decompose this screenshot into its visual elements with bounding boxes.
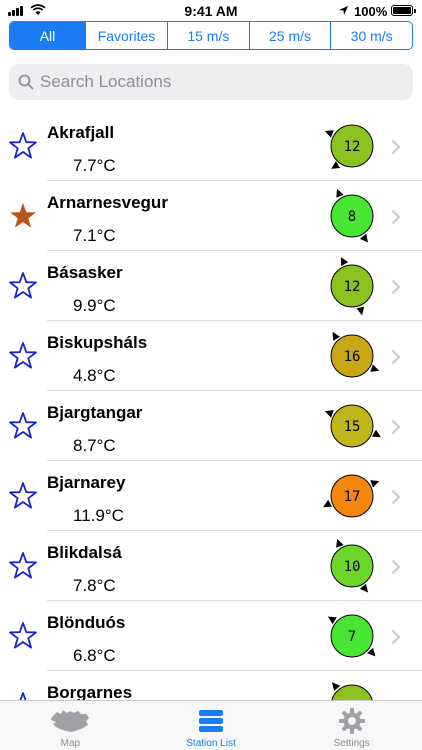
tab-settings-label: Settings bbox=[333, 738, 370, 749]
wind-speed-indicator: 7 bbox=[327, 614, 376, 658]
tab-bar: Map Station List Settings bbox=[0, 700, 422, 750]
chevron-right-icon bbox=[392, 420, 400, 434]
station-name: Básasker bbox=[47, 263, 123, 282]
station-row[interactable]: Blönduós 6.8°C 7 bbox=[0, 601, 422, 671]
wind-speed-value: 10 bbox=[344, 559, 361, 575]
battery-icon bbox=[391, 5, 416, 16]
chevron-right-icon bbox=[392, 350, 400, 364]
station-temperature: 7.8°C bbox=[73, 576, 116, 595]
wind-direction-marker bbox=[370, 480, 380, 488]
favorite-star-outline-icon[interactable] bbox=[8, 271, 38, 301]
station-row[interactable]: Borgarnes bbox=[0, 671, 422, 700]
location-arrow-icon bbox=[339, 6, 348, 15]
station-temperature: 8.7°C bbox=[73, 436, 116, 455]
wind-speed-indicator: 12 bbox=[324, 124, 374, 169]
favorite-star-outline-icon[interactable] bbox=[8, 691, 38, 700]
station-row[interactable]: Bjargtangar 8.7°C 15 bbox=[0, 391, 422, 461]
station-row[interactable]: Básasker 9.9°C 12 bbox=[0, 251, 422, 321]
station-temperature: 7.1°C bbox=[73, 226, 116, 245]
wind-speed-indicator: 10 bbox=[330, 538, 374, 593]
filter-favorites[interactable]: Favorites bbox=[86, 22, 168, 49]
wind-direction-marker bbox=[336, 538, 344, 548]
wind-direction-marker bbox=[371, 429, 381, 438]
list-icon bbox=[199, 710, 223, 732]
favorite-star-outline-icon[interactable] bbox=[8, 131, 38, 161]
wind-direction-marker bbox=[359, 583, 369, 593]
station-temperature: 4.8°C bbox=[73, 366, 116, 385]
station-name: Biskupsháls bbox=[47, 333, 148, 352]
tab-settings[interactable]: Settings bbox=[281, 701, 422, 750]
wind-direction-marker bbox=[370, 364, 380, 372]
search-input[interactable]: Search Locations bbox=[9, 64, 413, 100]
gear-icon bbox=[338, 708, 365, 734]
filter-30ms[interactable]: 30 m/s bbox=[331, 22, 412, 49]
tab-map[interactable]: Map bbox=[0, 701, 141, 750]
chevron-right-icon bbox=[392, 210, 400, 224]
station-name: Borgarnes bbox=[47, 683, 133, 700]
wind-direction-marker bbox=[327, 616, 337, 625]
wind-speed-indicator: 17 bbox=[323, 474, 380, 518]
tab-station-list[interactable]: Station List bbox=[141, 701, 282, 750]
filter-all[interactable]: All bbox=[10, 22, 86, 49]
station-name: Blönduós bbox=[47, 613, 126, 632]
station-row[interactable]: Blikdalsá 7.8°C 10 bbox=[0, 531, 422, 601]
favorite-star-outline-icon[interactable] bbox=[8, 481, 38, 511]
wind-direction-marker bbox=[340, 257, 349, 267]
wind-direction-marker bbox=[359, 233, 368, 243]
status-bar: 9:41 AM 100% bbox=[0, 0, 422, 22]
wind-direction-marker bbox=[331, 161, 341, 169]
station-name: Akrafjall bbox=[47, 123, 115, 142]
station-name: Bjargtangar bbox=[47, 403, 143, 422]
favorite-star-outline-icon[interactable] bbox=[8, 551, 38, 581]
wind-speed-value: 8 bbox=[348, 209, 356, 225]
station-row[interactable]: Akrafjall 7.7°C 12 bbox=[0, 111, 422, 181]
wind-speed-value: 17 bbox=[344, 489, 361, 505]
station-row[interactable]: Arnarnesvegur 7.1°C 8 bbox=[0, 181, 422, 251]
battery-percent: 100% bbox=[354, 4, 388, 19]
station-temperature: 6.8°C bbox=[73, 646, 116, 665]
search-placeholder: Search Locations bbox=[40, 72, 172, 91]
wind-speed-value: 12 bbox=[344, 279, 361, 295]
wind-direction-marker bbox=[324, 410, 334, 418]
chevron-right-icon bbox=[392, 140, 400, 154]
wind-speed-indicator bbox=[331, 682, 373, 700]
chevron-right-icon bbox=[392, 560, 400, 574]
wind-speed-indicator: 12 bbox=[330, 257, 374, 316]
wind-speed-value: 12 bbox=[344, 139, 361, 155]
wind-speed-indicator: 8 bbox=[330, 188, 374, 243]
tab-station-list-label: Station List bbox=[186, 738, 236, 749]
station-temperature: 11.9°C bbox=[73, 506, 124, 525]
wind-direction-marker bbox=[324, 130, 334, 138]
chevron-right-icon bbox=[392, 280, 400, 294]
station-row[interactable]: Biskupsháls 4.8°C 16 bbox=[0, 321, 422, 391]
favorite-star-filled-icon[interactable] bbox=[8, 201, 38, 231]
favorite-star-outline-icon[interactable] bbox=[8, 621, 38, 651]
wind-direction-marker bbox=[323, 499, 333, 508]
wind-speed-value: 16 bbox=[344, 349, 361, 365]
wind-speed-value: 7 bbox=[348, 629, 356, 645]
station-name: Blikdalsá bbox=[47, 543, 122, 562]
search-icon bbox=[18, 74, 34, 90]
station-row[interactable]: Bjarnarey 11.9°C 17 bbox=[0, 461, 422, 531]
wind-filter-segmented-control: All Favorites 15 m/s 25 m/s 30 m/s bbox=[9, 21, 413, 50]
tab-map-label: Map bbox=[60, 738, 81, 749]
filter-15ms[interactable]: 15 m/s bbox=[168, 22, 250, 49]
station-temperature: 7.7°C bbox=[73, 156, 116, 175]
chevron-right-icon bbox=[392, 490, 400, 504]
iceland-map-icon bbox=[51, 710, 90, 732]
station-temperature: 9.9°C bbox=[73, 296, 116, 315]
wind-speed-indicator: 15 bbox=[324, 404, 381, 448]
favorite-star-outline-icon[interactable] bbox=[8, 341, 38, 371]
wind-speed-indicator: 16 bbox=[330, 331, 380, 378]
wind-speed-value: 15 bbox=[344, 419, 361, 435]
station-name: Bjarnarey bbox=[47, 473, 126, 492]
filter-25ms[interactable]: 25 m/s bbox=[250, 22, 332, 49]
chevron-right-icon bbox=[392, 630, 400, 644]
wind-direction-marker bbox=[332, 331, 341, 341]
station-list: Akrafjall 7.7°C 12 Arnarnesvegur 7.1°C 8 Básas… bbox=[0, 111, 422, 700]
favorite-star-outline-icon[interactable] bbox=[8, 411, 38, 441]
station-name: Arnarnesvegur bbox=[47, 193, 168, 212]
wind-direction-marker bbox=[336, 188, 344, 198]
wind-direction-marker bbox=[356, 306, 365, 316]
